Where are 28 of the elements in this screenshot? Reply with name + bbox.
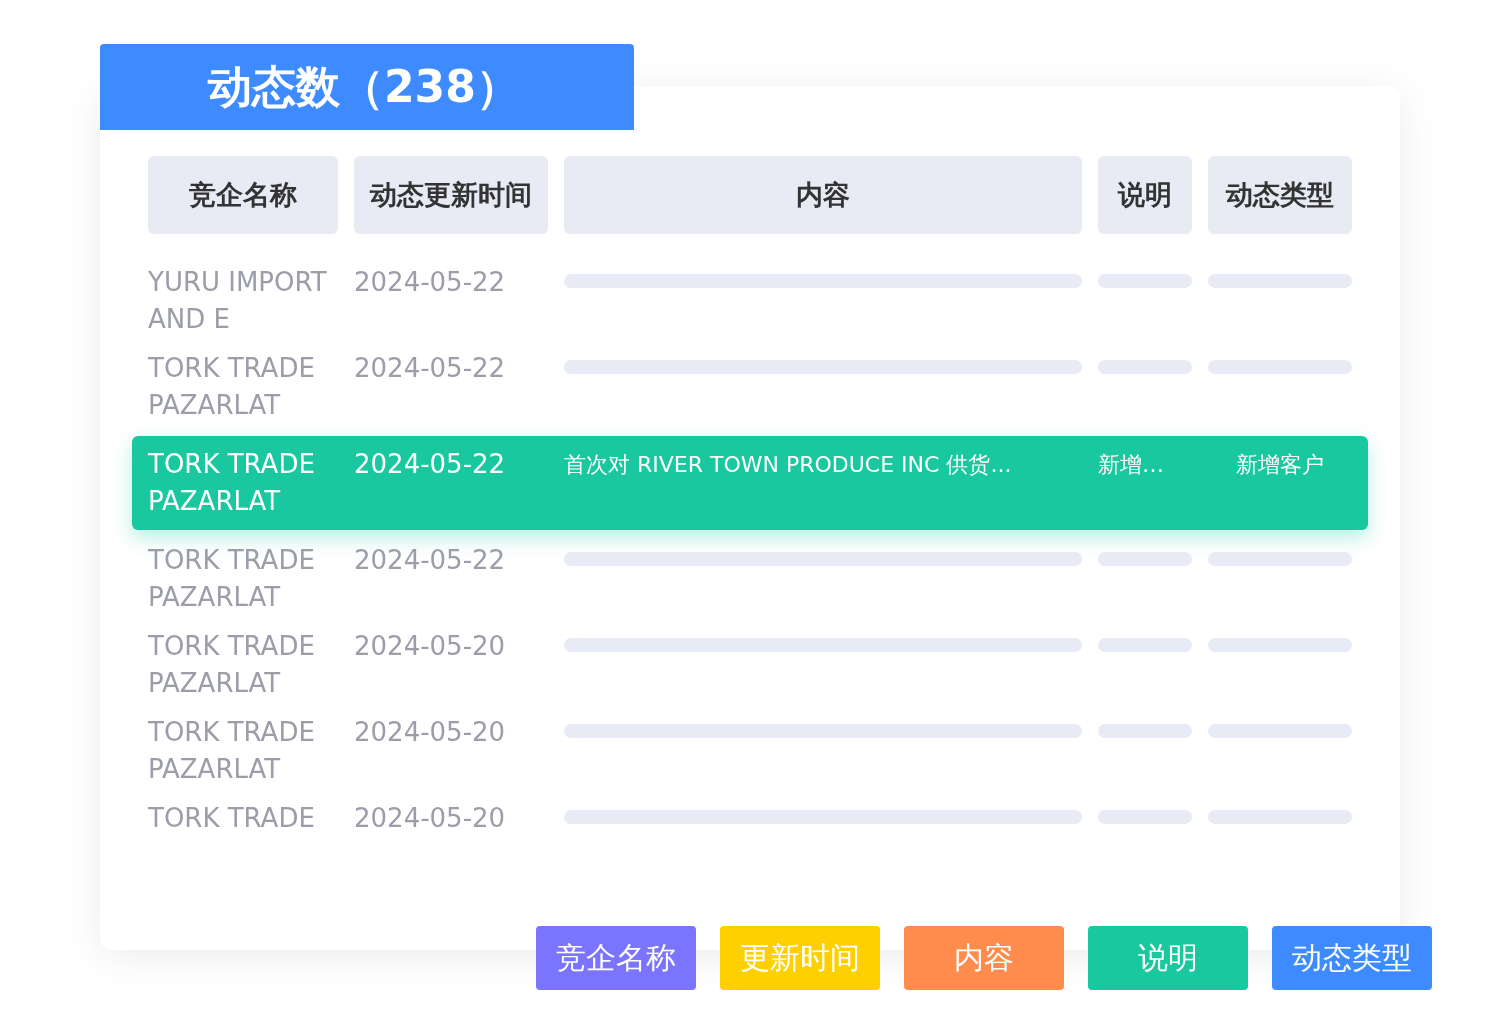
update-date: 2024-05-22 bbox=[354, 352, 507, 385]
company-name: TORK TRADE PAZARLAT bbox=[148, 352, 316, 422]
legend-tag: 更新时间 bbox=[720, 926, 880, 990]
company-name: TORK TRADE bbox=[148, 802, 316, 835]
note-text: 新增… bbox=[1098, 451, 1165, 479]
column-header: 说明 bbox=[1098, 156, 1192, 234]
update-date: 2024-05-22 bbox=[354, 448, 507, 481]
column-header: 竞企名称 bbox=[148, 156, 338, 234]
update-date: 2024-05-20 bbox=[354, 716, 507, 749]
panel-title: 动态数（238） bbox=[100, 44, 634, 130]
content-text: 首次对 RIVER TOWN PRODUCE INC 供货... bbox=[564, 451, 1013, 479]
legend-tag: 内容 bbox=[904, 926, 1064, 990]
column-header: 内容 bbox=[564, 156, 1082, 234]
update-date: 2024-05-22 bbox=[354, 266, 507, 299]
type-text: 新增客户 bbox=[1235, 451, 1325, 479]
legend-tag: 说明 bbox=[1088, 926, 1248, 990]
company-name: TORK TRADE PAZARLAT bbox=[148, 630, 316, 700]
column-header: 动态更新时间 bbox=[354, 156, 548, 234]
update-date: 2024-05-20 bbox=[354, 630, 507, 663]
update-date: 2024-05-20 bbox=[354, 802, 507, 835]
legend-tag: 竞企名称 bbox=[536, 926, 696, 990]
update-date: 2024-05-22 bbox=[354, 544, 507, 577]
company-name: TORK TRADE PAZARLAT bbox=[148, 716, 316, 786]
legend-tag: 动态类型 bbox=[1272, 926, 1432, 990]
company-name: TORK TRADE PAZARLAT bbox=[148, 544, 316, 614]
company-name: YURU IMPORT AND E bbox=[148, 266, 328, 336]
company-name: TORK TRADE PAZARLAT bbox=[148, 448, 316, 518]
column-header: 动态类型 bbox=[1208, 156, 1352, 234]
